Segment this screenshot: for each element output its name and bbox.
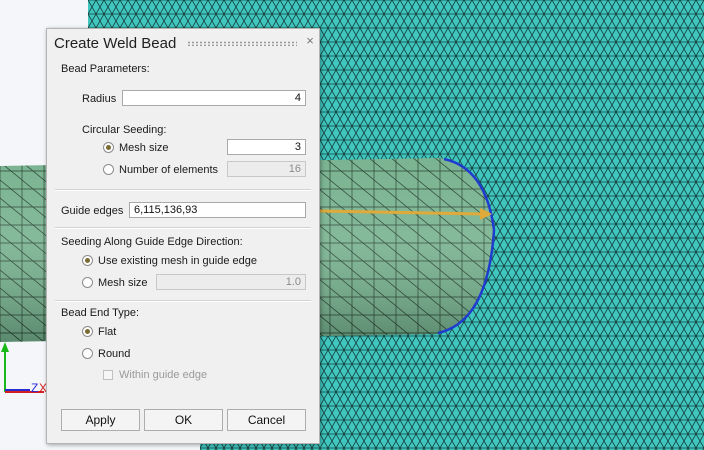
separator <box>55 189 311 191</box>
circular-seeding-label: Circular Seeding: <box>82 124 167 136</box>
guide-edges-input[interactable]: 6,115,136,93 <box>129 202 306 218</box>
close-icon[interactable]: × <box>303 33 317 49</box>
axis-z-label: Z <box>31 381 38 395</box>
separator <box>55 227 311 229</box>
create-weld-bead-dialog: Create Weld Bead × Bead Parameters: Radi… <box>46 28 320 444</box>
bead-parameters-label: Bead Parameters: <box>61 63 150 75</box>
round-radio[interactable] <box>82 348 93 359</box>
circular-mesh-size-input[interactable]: 3 <box>227 139 306 155</box>
round-label: Round <box>98 348 131 360</box>
bead-end-type-label: Bead End Type: <box>61 307 140 319</box>
ok-button[interactable]: OK <box>144 409 223 431</box>
within-guide-edge-checkbox <box>103 370 113 380</box>
radius-label: Radius <box>82 93 117 105</box>
separator <box>55 300 311 302</box>
guide-mesh-size-label: Mesh size <box>98 277 148 289</box>
drag-handle[interactable] <box>187 41 297 46</box>
guide-edges-label: Guide edges <box>61 205 124 217</box>
radius-input[interactable]: 4 <box>122 90 306 106</box>
number-of-elements-radio[interactable] <box>103 164 114 175</box>
number-of-elements-label: Number of elements <box>119 164 219 176</box>
use-existing-mesh-label: Use existing mesh in guide edge <box>98 255 257 267</box>
dialog-title[interactable]: Create Weld Bead <box>54 35 176 52</box>
within-guide-edge-label: Within guide edge <box>119 369 208 381</box>
flat-radio[interactable] <box>82 326 93 337</box>
cancel-button[interactable]: Cancel <box>227 409 306 431</box>
guide-mesh-size-input: 1.0 <box>156 274 306 290</box>
circular-mesh-size-radio[interactable] <box>103 142 114 153</box>
seeding-guide-label: Seeding Along Guide Edge Direction: <box>61 236 243 248</box>
use-existing-mesh-radio[interactable] <box>82 255 93 266</box>
flat-label: Flat <box>98 326 117 338</box>
number-of-elements-input: 16 <box>227 161 306 177</box>
guide-mesh-size-radio[interactable] <box>82 277 93 288</box>
circular-mesh-size-label: Mesh size <box>119 142 169 154</box>
apply-button[interactable]: Apply <box>61 409 140 431</box>
